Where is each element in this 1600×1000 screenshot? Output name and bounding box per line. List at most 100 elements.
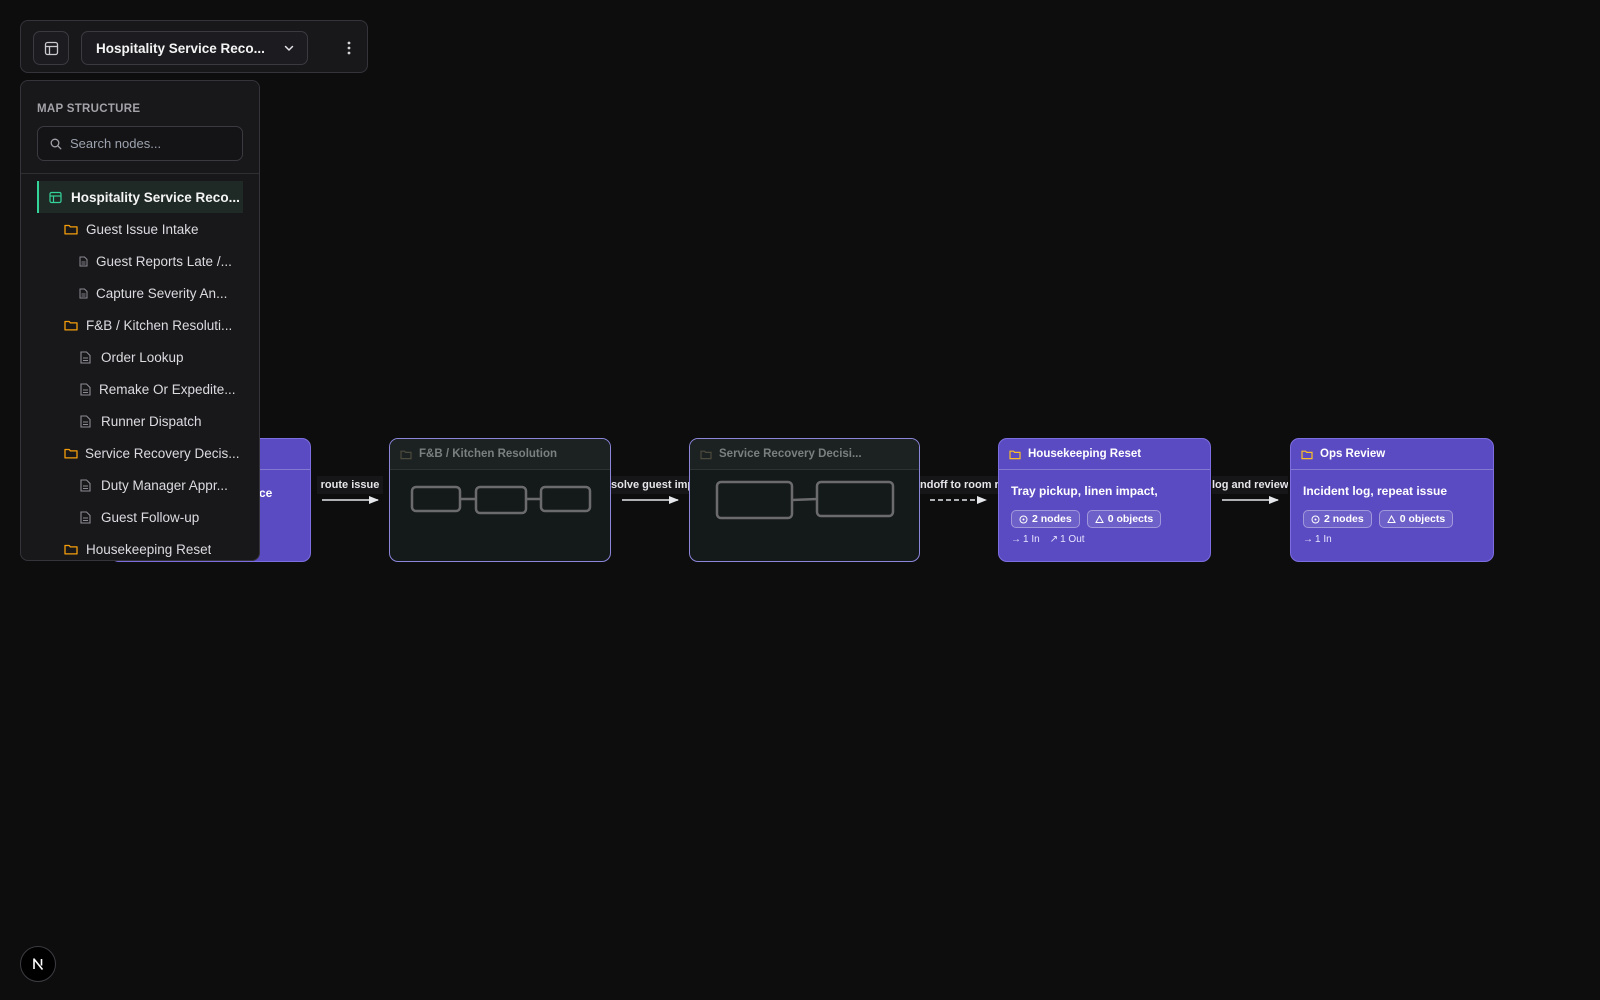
search-icon bbox=[50, 138, 62, 150]
folder-icon bbox=[400, 449, 412, 460]
node-ops-review[interactable]: Ops Review Incident log, repeat issue 2 … bbox=[1290, 438, 1494, 562]
tree-item-label: Order Lookup bbox=[101, 349, 184, 365]
tree-item-runner-dispatch[interactable]: Runner Dispatch bbox=[37, 405, 243, 437]
node-housekeeping-reset[interactable]: Housekeeping Reset Tray pickup, linen im… bbox=[998, 438, 1211, 562]
node-description: ce bbox=[259, 486, 273, 500]
nodes-count: 2 nodes bbox=[1032, 513, 1072, 525]
map-icon bbox=[49, 191, 62, 204]
tree-item-label: Runner Dispatch bbox=[101, 413, 202, 429]
folder-icon bbox=[64, 223, 78, 235]
tree-item-housekeeping-reset[interactable]: Housekeeping Reset bbox=[37, 533, 243, 560]
tree-item-label: Hospitality Service Reco... bbox=[71, 189, 240, 205]
node-title: F&B / Kitchen Resolution bbox=[419, 448, 557, 460]
child-node-order-lookup bbox=[410, 485, 462, 513]
more-options-button[interactable] bbox=[337, 31, 361, 65]
folder-icon bbox=[64, 447, 78, 459]
tree-item-label: Remake Or Expedite... bbox=[99, 381, 236, 397]
tree-item-map-root[interactable]: Hospitality Service Reco... bbox=[37, 181, 243, 213]
child-nodes-preview bbox=[410, 485, 592, 515]
document-icon bbox=[80, 382, 91, 396]
tree-item-order-lookup[interactable]: Order Lookup bbox=[37, 341, 243, 373]
tree-item-capture-severity[interactable]: Capture Severity An... bbox=[37, 277, 243, 309]
objects-count-badge: 0 objects bbox=[1378, 510, 1454, 528]
edge-label[interactable]: log and review bbox=[1212, 476, 1288, 494]
tree-item-label: Duty Manager Appr... bbox=[101, 477, 228, 493]
nodes-count-badge: 2 nodes bbox=[1011, 510, 1080, 528]
tree-item-duty-manager-approval[interactable]: Duty Manager Appr... bbox=[37, 469, 243, 501]
map-structure-panel: MAP STRUCTURE Search nodes... Hospitalit… bbox=[20, 80, 260, 561]
map-selector-value: Hospitality Service Reco... bbox=[96, 40, 265, 56]
document-icon bbox=[80, 478, 91, 492]
panel-title: MAP STRUCTURE bbox=[37, 103, 141, 115]
child-node-remake-or-expedite bbox=[474, 485, 528, 515]
node-description: Incident log, repeat issue bbox=[1303, 484, 1448, 498]
tree-item-fnb-kitchen-resolution[interactable]: F&B / Kitchen Resoluti... bbox=[37, 309, 243, 341]
nodes-icon bbox=[1311, 515, 1320, 524]
nodes-count-badge: 2 nodes bbox=[1303, 510, 1372, 528]
objects-count-badge: 0 objects bbox=[1086, 510, 1162, 528]
edge-label[interactable]: ndoff to room re bbox=[920, 476, 998, 494]
document-icon bbox=[79, 256, 88, 267]
node-header: Ops Review bbox=[1291, 439, 1493, 470]
outbound-stat: ↗ 1 Out bbox=[1049, 534, 1085, 545]
tree-item-guest-reports-late[interactable]: Guest Reports Late /... bbox=[37, 245, 243, 277]
map-selector-dropdown[interactable]: Hospitality Service Reco... bbox=[81, 31, 308, 65]
chevron-down-icon bbox=[283, 42, 295, 54]
folder-icon bbox=[64, 543, 78, 555]
arrow-out-icon: ↗ bbox=[1049, 534, 1059, 545]
tree-item-remake-or-expedite[interactable]: Remake Or Expedite... bbox=[37, 373, 243, 405]
layout-panel-icon bbox=[44, 41, 59, 56]
edge-label[interactable]: route issue bbox=[317, 476, 383, 494]
node-fnb-kitchen-resolution[interactable]: F&B / Kitchen Resolution bbox=[389, 438, 611, 562]
toggle-sidebar-button[interactable] bbox=[33, 31, 69, 65]
document-icon bbox=[80, 510, 91, 524]
objects-icon bbox=[1386, 514, 1396, 524]
nodes-icon bbox=[1019, 515, 1028, 524]
node-title: Housekeeping Reset bbox=[1028, 448, 1142, 460]
node-title: Ops Review bbox=[1320, 448, 1386, 460]
node-header: Housekeeping Reset bbox=[999, 439, 1210, 470]
search-nodes-input[interactable]: Search nodes... bbox=[37, 126, 243, 161]
node-title: Service Recovery Decisi... bbox=[719, 448, 862, 460]
tree-item-label: Guest Reports Late /... bbox=[96, 253, 232, 269]
tree-item-service-recovery-decision[interactable]: Service Recovery Decis... bbox=[37, 437, 243, 469]
tree-item-label: Guest Follow-up bbox=[101, 509, 200, 525]
node-header: F&B / Kitchen Resolution bbox=[390, 439, 610, 470]
child-node-guest-follow-up bbox=[815, 480, 895, 518]
tree-item-guest-issue-intake[interactable]: Guest Issue Intake bbox=[37, 213, 243, 245]
inbound-stat: → 1 In bbox=[1303, 534, 1332, 545]
document-icon bbox=[80, 350, 91, 364]
structure-tree: Hospitality Service Reco... Guest Issue … bbox=[37, 181, 243, 560]
document-icon bbox=[80, 414, 91, 428]
tree-item-label: Service Recovery Decis... bbox=[85, 445, 240, 461]
child-node-duty-manager-approval bbox=[715, 480, 794, 520]
tree-item-label: Guest Issue Intake bbox=[86, 221, 199, 237]
node-header: Service Recovery Decisi... bbox=[690, 439, 919, 470]
document-icon bbox=[79, 288, 88, 299]
folder-icon bbox=[1009, 449, 1021, 460]
tree-item-label: Capture Severity An... bbox=[96, 285, 228, 301]
inbound-stat: → 1 In bbox=[1011, 534, 1040, 545]
divider bbox=[21, 173, 259, 174]
map-toolbar: Hospitality Service Reco... bbox=[20, 20, 368, 73]
tree-item-label: F&B / Kitchen Resoluti... bbox=[86, 317, 233, 333]
edge-label[interactable]: solve guest impa bbox=[611, 476, 689, 494]
folder-icon bbox=[700, 449, 712, 460]
child-node-runner-dispatch bbox=[539, 485, 592, 513]
search-placeholder: Search nodes... bbox=[70, 136, 162, 151]
nodes-count: 2 nodes bbox=[1324, 513, 1364, 525]
folder-icon bbox=[1301, 449, 1313, 460]
objects-count: 0 objects bbox=[1107, 513, 1154, 525]
child-nodes-preview bbox=[715, 480, 895, 520]
n-logo-icon bbox=[30, 956, 46, 972]
arrow-in-icon: → bbox=[1303, 534, 1313, 545]
tree-item-guest-follow-up[interactable]: Guest Follow-up bbox=[37, 501, 243, 533]
node-description: Tray pickup, linen impact, bbox=[1011, 484, 1158, 498]
tree-item-label: Housekeeping Reset bbox=[86, 541, 212, 557]
objects-icon bbox=[1094, 514, 1104, 524]
node-service-recovery-decision[interactable]: Service Recovery Decisi... bbox=[689, 438, 920, 562]
folder-icon bbox=[64, 319, 78, 331]
arrow-in-icon: → bbox=[1011, 534, 1021, 545]
nextjs-dev-button[interactable] bbox=[20, 946, 56, 982]
objects-count: 0 objects bbox=[1399, 513, 1446, 525]
